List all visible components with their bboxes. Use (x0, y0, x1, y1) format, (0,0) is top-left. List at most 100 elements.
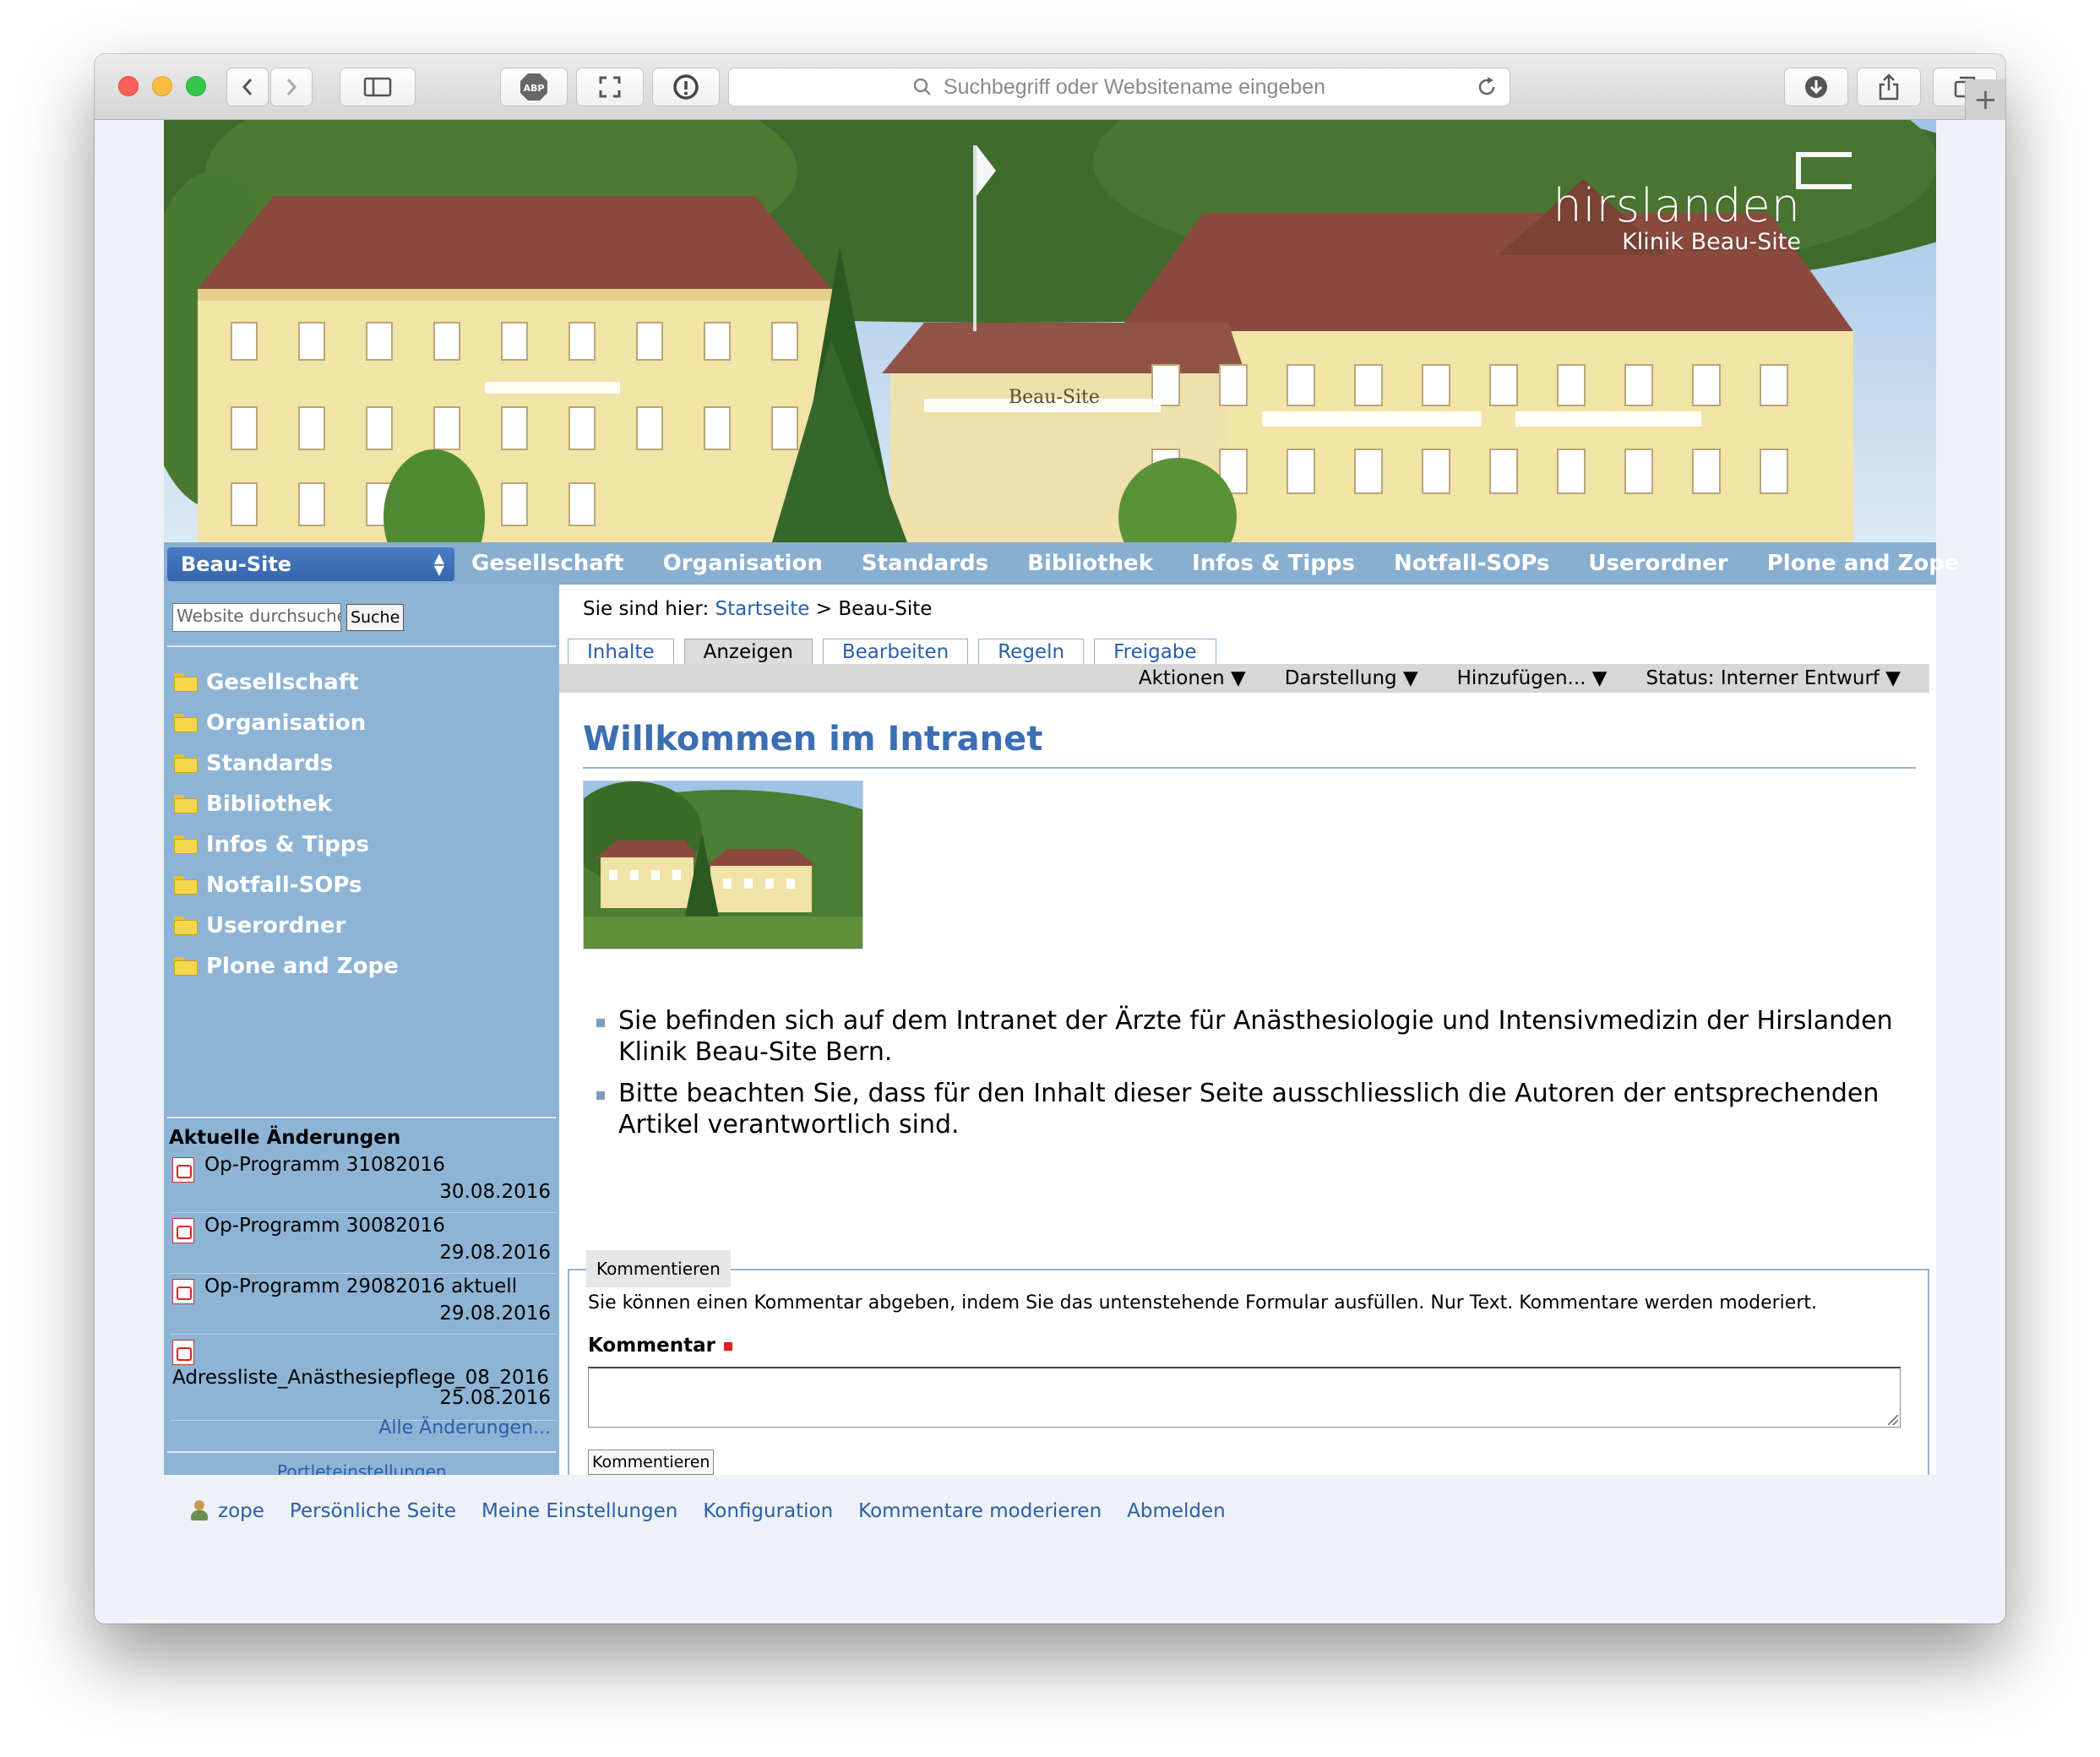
chevron-right-icon (286, 79, 297, 95)
folder-label: Infos & Tipps (206, 832, 369, 857)
site-selector-value: Beau-Site (181, 552, 292, 576)
site-search: Website durchsuchen Suche (172, 603, 405, 632)
recent-changes-title: Aktuelle Änderungen (169, 1127, 401, 1149)
folder-item-standards[interactable]: Standards (174, 743, 399, 784)
moderate-comments-link[interactable]: Kommentare moderieren (858, 1500, 1102, 1522)
folder-label: Plone and Zope (206, 954, 399, 979)
main-content: Sie sind hier: Startseite > Beau-Site In… (559, 585, 1936, 1507)
nav-item-userordner[interactable]: Userordner (1588, 551, 1727, 576)
comment-form: Kommentieren Sie können einen Kommentar … (568, 1250, 1929, 1507)
recent-item-date: 29.08.2016 (439, 1303, 551, 1325)
status-menu[interactable]: Status: Interner Entwurf ▼ (1646, 667, 1901, 689)
recent-item[interactable]: Adressliste_Anästhesiepflege_08_2016 25.… (171, 1335, 556, 1421)
folder-item-plone-zope[interactable]: Plone and Zope (174, 946, 399, 987)
site-selector[interactable]: Beau-Site ▲ ▼ (167, 547, 454, 581)
actions-menu[interactable]: Aktionen ▼ (1139, 667, 1246, 689)
adblock-button[interactable]: ABP (500, 68, 568, 106)
site-search-input[interactable]: Website durchsuchen (172, 603, 341, 632)
recent-item[interactable]: Op-Programm 29082016 aktuell 29.08.2016 (171, 1274, 556, 1335)
new-tab-button[interactable]: + (1965, 79, 2005, 120)
reload-icon[interactable] (1476, 76, 1498, 98)
resize-grip-icon[interactable] (1888, 1415, 1898, 1425)
forward-button[interactable] (270, 68, 313, 106)
nav-item-plone-zope[interactable]: Plone and Zope (1767, 551, 1960, 576)
folder-icon (174, 754, 198, 773)
all-changes-link[interactable]: Alle Änderungen... (378, 1417, 551, 1439)
nav-item-notfall-sops[interactable]: Notfall-SOPs (1394, 551, 1549, 576)
nav-items: Gesellschaft Organisation Standards Bibl… (471, 542, 1998, 585)
tab-anzeigen[interactable]: Anzeigen (683, 639, 813, 664)
logout-link[interactable]: Abmelden (1127, 1500, 1226, 1522)
comment-submit-button[interactable]: Kommentieren (588, 1450, 715, 1475)
recent-item-date: 29.08.2016 (439, 1242, 551, 1264)
folder-icon (174, 714, 198, 732)
nav-item-gesellschaft[interactable]: Gesellschaft (471, 551, 624, 576)
nav-item-organisation[interactable]: Organisation (663, 551, 823, 576)
nav-item-standards[interactable]: Standards (862, 551, 988, 576)
share-button[interactable] (1857, 68, 1921, 106)
tab-freigabe[interactable]: Freigabe (1094, 639, 1216, 664)
folder-item-gesellschaft[interactable]: Gesellschaft (174, 662, 399, 703)
info-extension-button[interactable] (652, 68, 720, 106)
expand-icon (599, 76, 621, 98)
title-divider (583, 767, 1916, 769)
fullscreen-button[interactable] (576, 68, 644, 106)
folder-item-bibliothek[interactable]: Bibliothek (174, 784, 399, 824)
nav-item-infos-tipps[interactable]: Infos & Tipps (1192, 551, 1355, 576)
pdf-file-icon (172, 1157, 194, 1183)
page-viewport: Beau-Site hirslanden Klinik Beau-Site Be… (95, 120, 2005, 1624)
site-search-button[interactable]: Suche (346, 604, 405, 631)
search-icon (913, 78, 931, 95)
pdf-file-icon (172, 1218, 194, 1243)
window-close-button[interactable] (118, 76, 139, 96)
window-minimize-button[interactable] (152, 76, 172, 96)
nav-item-bibliothek[interactable]: Bibliothek (1027, 551, 1153, 576)
address-placeholder: Suchbegriff oder Websitename eingeben (943, 74, 1326, 99)
add-menu[interactable]: Hinzufügen... ▼ (1457, 667, 1608, 689)
folder-item-infos-tipps[interactable]: Infos & Tipps (174, 824, 399, 865)
tab-inhalte[interactable]: Inhalte (568, 639, 674, 664)
folder-item-userordner[interactable]: Userordner (174, 906, 399, 946)
folder-icon (174, 795, 198, 813)
sidebar-divider (167, 1451, 556, 1453)
building-sign: Beau-Site (1009, 387, 1100, 408)
tab-bearbeiten[interactable]: Bearbeiten (822, 639, 969, 664)
tab-regeln[interactable]: Regeln (978, 639, 1085, 664)
back-button[interactable] (226, 68, 269, 106)
recent-item-name: Op-Programm 31082016 (204, 1154, 445, 1176)
breadcrumb-prefix: Sie sind hier: (583, 598, 710, 620)
personal-links: zope Persönliche Seite Meine Einstellung… (189, 1500, 1251, 1522)
content-action-bar: Aktionen ▼ Darstellung ▼ Hinzufügen... ▼… (559, 664, 1929, 693)
comment-textarea[interactable] (588, 1367, 1901, 1428)
intro-list: Sie befinden sich auf dem Intranet der Ä… (596, 1005, 1897, 1150)
adblock-icon: ABP (520, 73, 547, 101)
recent-changes-list: Op-Programm 31082016 30.08.2016 Op-Progr… (171, 1152, 556, 1421)
download-icon (1805, 76, 1827, 98)
window-zoom-button[interactable] (186, 76, 206, 96)
recent-item-name: Adressliste_Anästhesiepflege_08_2016 (172, 1367, 549, 1389)
browser-toolbar: ABP Suchbegriff oder Websitename eingebe… (95, 54, 2005, 120)
folder-item-organisation[interactable]: Organisation (174, 703, 399, 743)
my-settings-link[interactable]: Meine Einstellungen (481, 1500, 677, 1522)
folder-label: Standards (206, 751, 334, 776)
recent-item[interactable]: Op-Programm 30082016 29.08.2016 (171, 1213, 556, 1274)
comment-label-text: Kommentar (588, 1335, 715, 1357)
configuration-link[interactable]: Konfiguration (703, 1500, 833, 1522)
user-link[interactable]: zope (218, 1500, 264, 1522)
personal-page-link[interactable]: Persönliche Seite (290, 1500, 456, 1522)
pdf-file-icon (172, 1279, 194, 1304)
address-bar[interactable]: Suchbegriff oder Websitename eingeben (728, 68, 1510, 106)
sidebar-toggle-button[interactable] (340, 68, 416, 106)
comment-description: Sie können einen Kommentar abgeben, inde… (588, 1292, 1817, 1314)
required-marker (723, 1341, 732, 1351)
downloads-button[interactable] (1784, 68, 1848, 106)
breadcrumb: Sie sind hier: Startseite > Beau-Site (583, 598, 932, 620)
breadcrumb-separator: > (815, 598, 833, 620)
folder-item-notfall-sops[interactable]: Notfall-SOPs (174, 865, 399, 906)
adblock-label: ABP (524, 83, 545, 94)
display-menu[interactable]: Darstellung ▼ (1285, 667, 1418, 689)
brand-name: hirslanden (1553, 179, 1801, 232)
list-item: Sie befinden sich auf dem Intranet der Ä… (596, 1005, 1897, 1068)
breadcrumb-home-link[interactable]: Startseite (715, 598, 810, 620)
recent-item[interactable]: Op-Programm 31082016 30.08.2016 (171, 1152, 556, 1213)
